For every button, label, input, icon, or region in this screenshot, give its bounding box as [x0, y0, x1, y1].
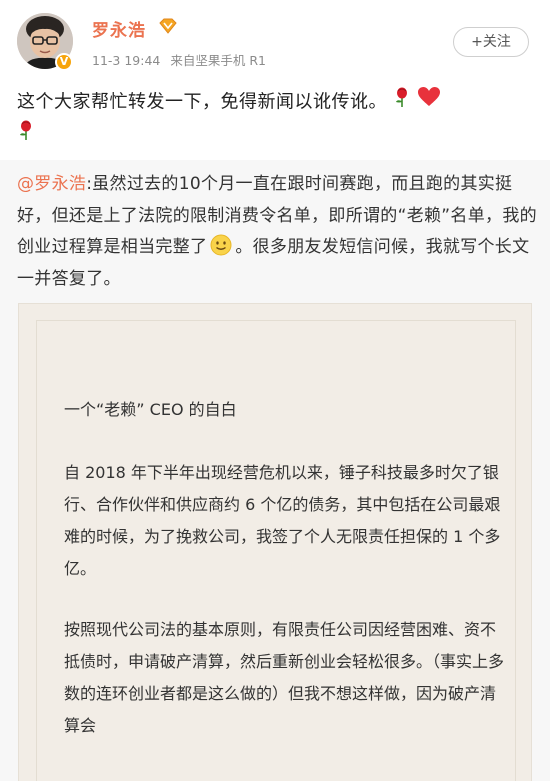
repost-text: @罗永浩:虽然过去的10个月一直在跟时间赛跑，而且跑的其实挺好，但还是上了法院的…: [17, 169, 537, 295]
smile-emoji-icon: [210, 234, 232, 256]
letter-paragraph-1: 自 2018 年下半年出现经营危机以来，锤子科技最多时欠了银行、合作伙伴和供应商…: [64, 463, 501, 578]
post-body: 这个大家帮忙转发一下，免得新闻以讹传讹。: [17, 91, 387, 113]
verified-badge-icon: V: [55, 53, 73, 71]
heart-icon: [417, 86, 441, 119]
letter-title: 一个“老赖” CEO 的自白: [64, 400, 237, 419]
rose-icon: [17, 119, 35, 152]
repost-card[interactable]: @罗永浩:虽然过去的10个月一直在跟时间赛跑，而且跑的其实挺好，但还是上了法院的…: [0, 160, 550, 781]
user-name[interactable]: 罗永浩: [92, 16, 146, 41]
post-text: 这个大家帮忙转发一下，免得新闻以讹传讹。: [17, 86, 532, 152]
post-timestamp: 11-3 19:44: [92, 53, 161, 68]
rose-icon: [393, 86, 411, 119]
post-meta: 11-3 19:44 来自坚果手机 R1: [92, 50, 266, 69]
letter-paragraph-2: 按照现代公司法的基本原则，有限责任公司因经营困难、资不抵债时，申请破产清算，然后…: [64, 620, 505, 735]
post-source: 来自坚果手机 R1: [170, 53, 266, 68]
repost-mention[interactable]: @罗永浩: [17, 174, 86, 194]
vip-badge-icon: [158, 17, 178, 35]
follow-button[interactable]: +关注: [453, 27, 529, 57]
letter-image[interactable]: 一个“老赖” CEO 的自白 自 2018 年下半年出现经营危机以来，锤子科技最…: [18, 303, 532, 781]
post-header: V 罗永浩 11-3 19:44 来自坚果手机 R1 +关注: [0, 0, 550, 84]
